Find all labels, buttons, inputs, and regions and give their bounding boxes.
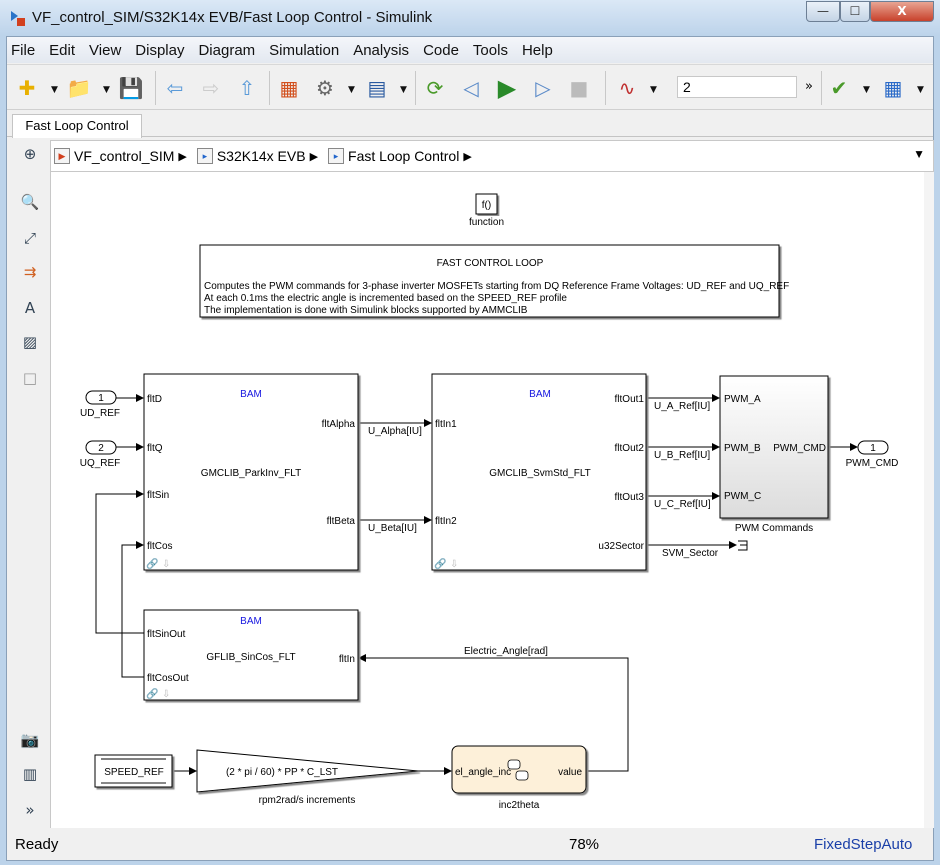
zoom-level: 78% — [569, 836, 600, 853]
block-label: PWM Commands — [735, 523, 813, 534]
block-label: PWM_CMD — [846, 458, 899, 469]
block-label: fltIn1 — [435, 419, 457, 430]
block-label: fltQ — [147, 443, 163, 454]
block-label: value — [558, 767, 582, 778]
block-label: U_Alpha[IU] — [368, 426, 422, 437]
park-inv-block[interactable]: BAM GMCLIB_ParkInv_FLT fltD fltQ fltSin … — [143, 373, 359, 571]
function-block[interactable]: f() function — [469, 193, 504, 228]
block-label: PWM_C — [724, 491, 761, 502]
block-label: GFLIB_SinCos_FLT — [206, 652, 295, 663]
sincos-block[interactable]: BAM GFLIB_SinCos_FLT fltSinOut fltCosOut… — [143, 609, 359, 701]
solver-link[interactable]: FixedStepAuto — [814, 836, 912, 853]
speed-ref-block[interactable]: SPEED_REF — [94, 754, 173, 788]
block-label: el_angle_inc — [455, 767, 511, 778]
library-link-icon: 🔗 — [146, 687, 159, 700]
inport-uq-ref[interactable]: 2 UQ_REF — [80, 440, 121, 469]
block-label: U_A_Ref[IU] — [654, 401, 710, 412]
pwm-commands-block[interactable]: PWM_A PWM_B PWM_C PWM_CMD PWM Commands — [719, 375, 829, 534]
block-label: fltD — [147, 394, 162, 405]
block-label: inc2theta — [499, 800, 540, 811]
status-text: Ready — [15, 836, 59, 853]
library-link-icon: 🔗 — [146, 557, 159, 570]
block-label: U_C_Ref[IU] — [654, 499, 711, 510]
annotation-box[interactable]: FAST CONTROL LOOP Computes the PWM comma… — [199, 244, 789, 318]
block-label: fltCos — [147, 541, 173, 552]
block-label: GMCLIB_ParkInv_FLT — [201, 468, 301, 479]
stateflow-chart-block[interactable]: el_angle_inc value inc2theta — [451, 745, 587, 811]
library-link-icon: 🔗 — [434, 557, 447, 570]
block-label: fltOut2 — [615, 443, 645, 454]
block-label: rpm2rad/s increments — [259, 795, 356, 806]
block-label: UD_REF — [80, 408, 120, 419]
block-label: 2 — [98, 443, 104, 454]
status-bar: Ready 78% FixedStepAuto — [7, 830, 933, 860]
down-arrow-icon: ⇩ — [162, 689, 170, 700]
block-diagram: f() function FAST CONTROL LOOP Computes … — [80, 193, 899, 811]
block-label: function — [469, 217, 504, 228]
block-label: fltOut3 — [615, 492, 645, 503]
svm-block[interactable]: BAM GMCLIB_SvmStd_FLT fltIn1 fltIn2 fltO… — [431, 373, 647, 571]
block-label: SPEED_REF — [104, 767, 163, 778]
block-label: fltSin — [147, 490, 169, 501]
block-label: Computes the PWM commands for 3-phase in… — [204, 281, 789, 292]
terminator-block[interactable] — [738, 540, 748, 551]
block-label: The implementation is done with Simulink… — [204, 305, 528, 316]
block-label: PWM_CMD — [773, 443, 826, 454]
block-label: fltBeta — [327, 516, 356, 527]
block-label: BAM — [240, 389, 262, 400]
block-label: Electric_Angle[rad] — [464, 646, 548, 657]
block-label: UQ_REF — [80, 458, 121, 469]
block-label: BAM — [529, 389, 551, 400]
block-label: f() — [482, 200, 491, 211]
block-label: PWM_A — [724, 394, 761, 405]
block-label: U_Beta[IU] — [368, 523, 417, 534]
block-label: (2 * pi / 60) * PP * C_LST — [226, 767, 338, 778]
gain-block[interactable]: (2 * pi / 60) * PP * C_LST rpm2rad/s inc… — [196, 749, 419, 806]
block-label: BAM — [240, 616, 262, 627]
block-label: 1 — [870, 443, 876, 454]
down-arrow-icon: ⇩ — [450, 559, 458, 570]
block-label: GMCLIB_SvmStd_FLT — [489, 468, 591, 479]
block-label: fltIn — [339, 654, 355, 665]
block-label: fltOut1 — [615, 394, 645, 405]
outport-pwm-cmd[interactable]: 1 PWM_CMD — [846, 440, 899, 469]
block-label: u32Sector — [598, 541, 644, 552]
block-label: PWM_B — [724, 443, 761, 454]
down-arrow-icon: ⇩ — [162, 559, 170, 570]
block-label: FAST CONTROL LOOP — [437, 258, 544, 269]
block-label: fltSinOut — [147, 629, 186, 640]
block-label: fltAlpha — [322, 419, 356, 430]
block-label: SVM_Sector — [662, 548, 719, 559]
block-label: U_B_Ref[IU] — [654, 450, 710, 461]
block-label: 1 — [98, 393, 104, 404]
inport-ud-ref[interactable]: 1 UD_REF — [80, 390, 120, 419]
block-label: At each 0.1ms the electric angle is incr… — [204, 293, 567, 304]
block-label: fltCosOut — [147, 673, 189, 684]
block-label: fltIn2 — [435, 516, 457, 527]
